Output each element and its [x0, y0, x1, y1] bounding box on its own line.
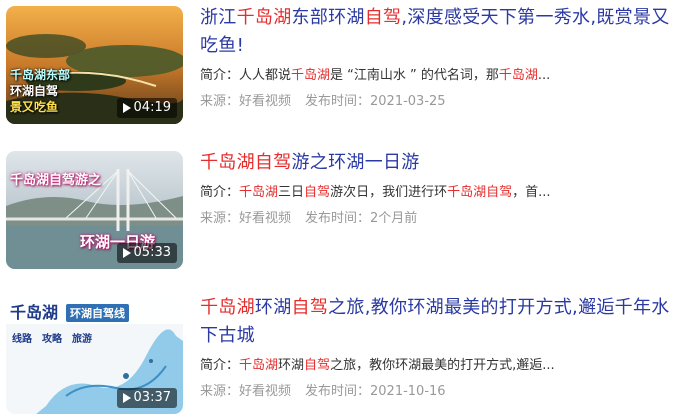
- result-description: 简介：人人都说千岛湖是 “江南山水 ” 的代名词，那千岛湖...: [200, 66, 674, 86]
- desc-highlight: 千岛湖自驾: [447, 185, 513, 200]
- result-item: 千岛湖 环湖自驾线 线路 攻略 旅游 03:37 千岛湖环湖自驾之旅,教你环湖最…: [6, 296, 674, 414]
- duration-badge: 03:37: [116, 388, 177, 408]
- duration-text: 04:19: [133, 100, 171, 115]
- desc-segment: 三日: [278, 185, 305, 200]
- play-icon: [122, 103, 131, 113]
- duration-text: 05:33: [133, 245, 171, 260]
- source-label: 来源：好看视频: [200, 384, 292, 399]
- title-highlight: 千岛湖: [200, 297, 255, 318]
- video-thumbnail[interactable]: 千岛湖 环湖自驾线 线路 攻略 旅游 03:37: [6, 296, 183, 414]
- result-meta: 来源：好看视频 发布时间：2021-10-16: [200, 382, 674, 402]
- duration-badge: 04:19: [116, 98, 177, 118]
- result-meta: 来源：好看视频 发布时间：2021-03-25: [200, 92, 674, 112]
- publish-time: 发布时间：2021-03-25: [305, 94, 446, 109]
- desc-highlight: 千岛湖: [498, 68, 538, 83]
- result-title[interactable]: 浙江千岛湖东部环湖自驾,深度感受天下第一秀水,既赏景又吃鱼!: [200, 4, 674, 60]
- title-highlight: 自驾: [364, 7, 402, 28]
- thumbnail-caption: 攻略: [42, 334, 62, 345]
- thumbnail-caption: 线路: [12, 334, 32, 345]
- desc-segment: 简介：: [200, 185, 240, 200]
- duration-badge: 05:33: [116, 243, 177, 263]
- desc-segment: 游次日，我们进行环: [330, 185, 448, 200]
- desc-segment: ，首...: [512, 185, 551, 200]
- result-title[interactable]: 千岛湖环湖自驾之旅,教你环湖最美的打开方式,邂逅千年水下古城: [200, 294, 674, 350]
- desc-segment: 环湖: [278, 358, 305, 373]
- play-icon: [122, 248, 131, 258]
- result-title[interactable]: 千岛湖自驾游之环湖一日游: [200, 149, 674, 177]
- play-icon: [122, 393, 131, 403]
- desc-highlight: 自驾: [304, 185, 331, 200]
- duration-text: 03:37: [133, 390, 171, 405]
- video-thumbnail[interactable]: 千岛湖东部 环湖自驾 景又吃鱼 04:19: [6, 6, 183, 124]
- desc-highlight: 千岛湖: [239, 358, 279, 373]
- result-description: 简介：千岛湖环湖自驾之旅，教你环湖最美的打开方式,邂逅...: [200, 356, 674, 376]
- publish-time: 发布时间：2021-10-16: [305, 384, 446, 399]
- title-segment: 游之环湖一日游: [291, 152, 420, 173]
- thumbnail-caption: 环湖自驾线: [66, 304, 129, 322]
- title-segment: 环湖: [254, 297, 292, 318]
- thumbnail-caption: 旅游: [72, 334, 92, 345]
- desc-highlight: 千岛湖: [239, 185, 279, 200]
- thumbnail-caption: 千岛湖自驾游之: [10, 173, 102, 188]
- source-label: 来源：好看视频: [200, 211, 292, 226]
- desc-highlight: 千岛湖: [291, 68, 331, 83]
- result-content: 千岛湖自驾游之环湖一日游 简介：千岛湖三日自驾游次日，我们进行环千岛湖自驾，首.…: [200, 151, 674, 229]
- video-thumbnail[interactable]: 千岛湖自驾游之 环湖一日游 05:33: [6, 151, 183, 269]
- source-label: 来源：好看视频: [200, 94, 292, 109]
- desc-segment: 简介：: [200, 358, 240, 373]
- result-item: 千岛湖自驾游之 环湖一日游 05:33 千岛湖自驾游之环湖一日游 简介：千岛湖三…: [6, 151, 674, 269]
- result-meta: 来源：好看视频 发布时间：2个月前: [200, 209, 674, 229]
- result-content: 千岛湖环湖自驾之旅,教你环湖最美的打开方式,邂逅千年水下古城 简介：千岛湖环湖自…: [200, 296, 674, 402]
- title-highlight: 自驾: [291, 297, 329, 318]
- thumbnail-caption: 千岛湖: [10, 303, 59, 322]
- result-item: 千岛湖东部 环湖自驾 景又吃鱼 04:19 浙江千岛湖东部环湖自驾,深度感受天下…: [6, 6, 674, 124]
- thumbnail-caption: 环湖自驾: [10, 84, 59, 98]
- result-content: 浙江千岛湖东部环湖自驾,深度感受天下第一秀水,既赏景又吃鱼! 简介：人人都说千岛…: [200, 6, 674, 112]
- desc-segment: 之旅，教你环湖最美的打开方式,邂逅...: [330, 358, 555, 373]
- thumbnail-caption: 景又吃鱼: [10, 100, 59, 114]
- desc-segment: 简介：人人都说: [200, 68, 292, 83]
- title-segment: 浙江: [200, 7, 237, 28]
- desc-segment: 是 “江南山水 ” 的代名词，那: [330, 68, 499, 83]
- result-list: 千岛湖东部 环湖自驾 景又吃鱼 04:19 浙江千岛湖东部环湖自驾,深度感受天下…: [0, 0, 674, 420]
- desc-segment: ...: [537, 68, 551, 83]
- title-highlight: 千岛湖: [236, 7, 292, 28]
- thumbnail-caption: 千岛湖东部: [10, 68, 71, 82]
- result-description: 简介：千岛湖三日自驾游次日，我们进行环千岛湖自驾，首...: [200, 183, 674, 203]
- desc-highlight: 自驾: [304, 358, 331, 373]
- title-segment: 东部环湖: [291, 7, 365, 28]
- title-highlight: 千岛湖自驾: [200, 152, 292, 173]
- publish-time: 发布时间：2个月前: [305, 211, 418, 226]
